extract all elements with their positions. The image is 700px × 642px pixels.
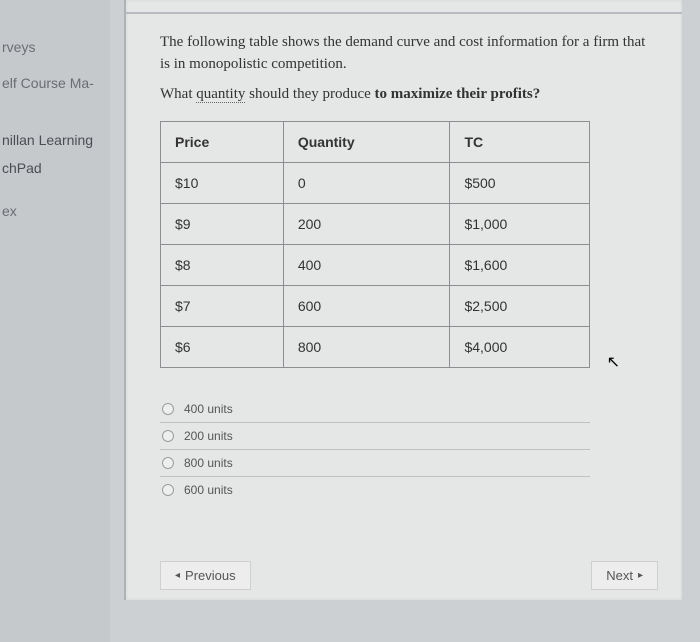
col-header-tc: TC	[450, 122, 590, 163]
cell-quantity: 200	[283, 204, 450, 245]
prompt-q-mid: should they produce	[245, 86, 374, 102]
cell-price: $7	[161, 286, 284, 327]
cell-price: $10	[161, 163, 284, 204]
next-label: Next	[606, 568, 633, 583]
question-prompt: The following table shows the demand cur…	[160, 32, 658, 105]
option-400-units[interactable]: 400 units	[160, 396, 590, 423]
cell-tc: $500	[450, 163, 590, 204]
table-row: $7 600 $2,500	[161, 286, 590, 327]
table-row: $6 800 $4,000	[161, 327, 590, 368]
cell-quantity: 400	[283, 245, 450, 286]
sidebar: rveys elf Course Ma- nillan Learning chP…	[0, 0, 110, 642]
arrow-left-icon: ◂	[175, 570, 180, 581]
option-label: 200 units	[184, 429, 233, 443]
prompt-q-prefix: What	[160, 86, 196, 102]
cell-tc: $2,500	[450, 286, 590, 327]
card-top-divider	[126, 0, 682, 14]
radio-icon	[162, 430, 174, 442]
radio-icon	[162, 484, 174, 496]
radio-icon	[162, 457, 174, 469]
previous-button[interactable]: ◂ Previous	[160, 561, 251, 590]
cell-tc: $4,000	[450, 327, 590, 368]
sidebar-item-millan-learning[interactable]: nillan Learning	[0, 123, 110, 159]
cell-price: $8	[161, 245, 284, 286]
table-row: $9 200 $1,000	[161, 204, 590, 245]
cursor-icon: ↖	[607, 352, 620, 372]
page: rveys elf Course Ma- nillan Learning chP…	[0, 0, 700, 642]
cell-price: $6	[161, 327, 284, 368]
cell-quantity: 800	[283, 327, 450, 368]
cell-quantity: 600	[283, 286, 450, 327]
cell-tc: $1,600	[450, 245, 590, 286]
cell-price: $9	[161, 204, 284, 245]
table-row: $8 400 $1,600	[161, 245, 590, 286]
cell-tc: $1,000	[450, 204, 590, 245]
question-card: The following table shows the demand cur…	[124, 0, 682, 600]
answer-options: 400 units 200 units 800 units 600 units	[160, 396, 590, 503]
option-600-units[interactable]: 600 units	[160, 477, 590, 503]
option-200-units[interactable]: 200 units	[160, 423, 590, 450]
option-label: 800 units	[184, 456, 233, 470]
previous-label: Previous	[185, 568, 236, 583]
prompt-line-1: The following table shows the demand cur…	[160, 34, 645, 72]
table-header-row: Price Quantity TC	[161, 122, 590, 163]
radio-icon	[162, 403, 174, 415]
col-header-price: Price	[161, 122, 284, 163]
prompt-q-bold: to maximize their profits?	[375, 86, 541, 102]
next-button[interactable]: Next ▸	[591, 561, 658, 590]
sidebar-item-self-course[interactable]: elf Course Ma-	[0, 66, 110, 102]
arrow-right-icon: ▸	[638, 570, 643, 581]
table-row: $10 0 $500	[161, 163, 590, 204]
content-area: The following table shows the demand cur…	[110, 0, 700, 642]
cell-quantity: 0	[283, 163, 450, 204]
col-header-quantity: Quantity	[283, 122, 450, 163]
sidebar-item-ex[interactable]: ex	[0, 194, 110, 230]
data-table: Price Quantity TC $10 0 $500 $9 200 $1,0…	[160, 121, 590, 368]
sidebar-item-surveys[interactable]: rveys	[0, 30, 110, 66]
sidebar-item-chpad[interactable]: chPad	[0, 159, 110, 187]
option-label: 400 units	[184, 402, 233, 416]
prompt-q-underlined: quantity	[196, 86, 245, 103]
option-label: 600 units	[184, 483, 233, 497]
option-800-units[interactable]: 800 units	[160, 450, 590, 477]
nav-bar: ◂ Previous Next ▸	[160, 561, 658, 590]
